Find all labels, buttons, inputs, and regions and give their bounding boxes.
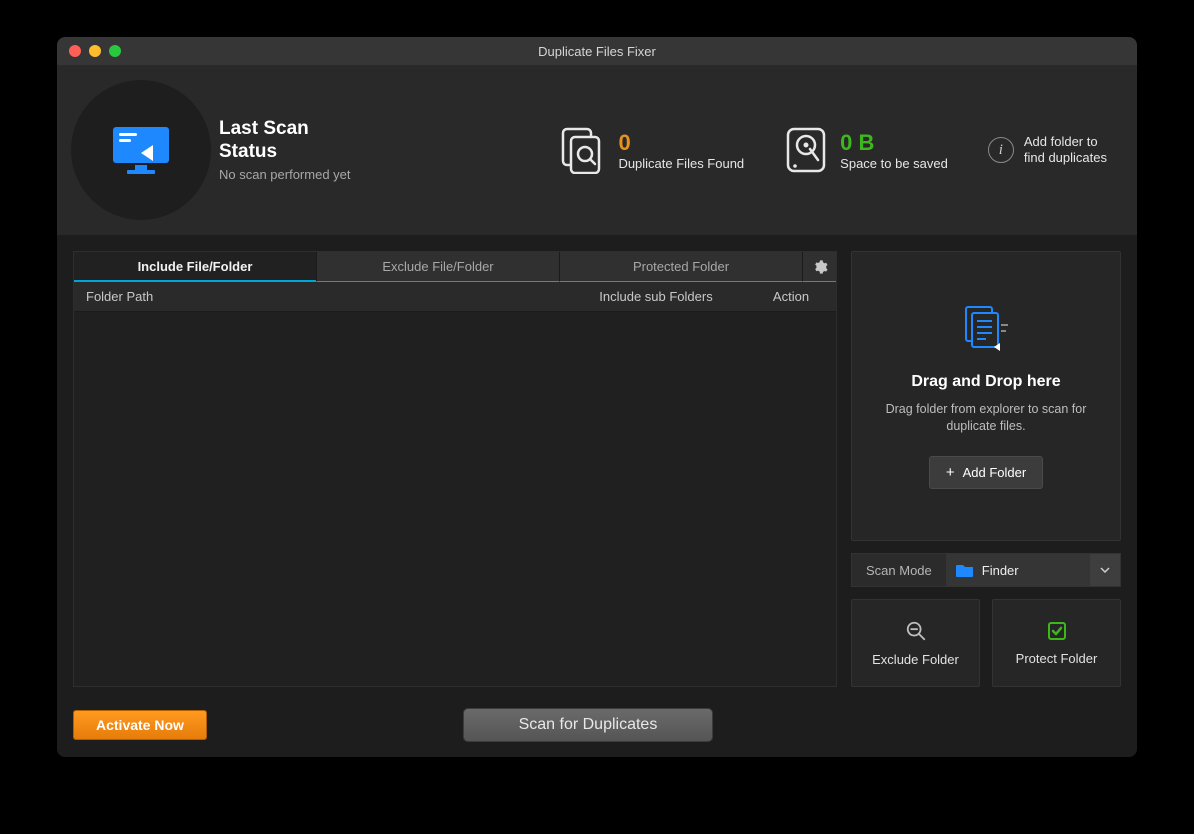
gear-icon [812,259,828,275]
scan-mode-value: Finder [982,563,1019,578]
protect-label: Protect Folder [1016,651,1098,666]
exclude-label: Exclude Folder [872,652,959,667]
info-line2: find duplicates [1024,150,1107,165]
status-title-2: Status [219,141,277,162]
scan-button[interactable]: Scan for Duplicates [463,708,713,742]
chevron-down-icon [1100,567,1110,573]
exclude-folder-button[interactable]: Exclude Folder [851,599,980,687]
folder-list[interactable] [74,312,836,686]
scan-mode-row: Scan Mode Finder [851,553,1121,587]
fullscreen-icon[interactable] [109,45,121,57]
window-title: Duplicate Files Fixer [57,44,1137,59]
folder-icon [956,563,974,577]
header: Last Scan Status No scan performed yet 0… [57,65,1137,235]
info-line1: Add folder to [1024,134,1098,149]
documents-icon [958,303,1014,353]
add-folder-button[interactable]: + Add Folder [929,456,1043,489]
monitor-icon [111,125,171,175]
status-title-1: Last Scan [219,118,309,139]
footer: Activate Now Scan for Duplicates [57,703,1137,757]
main-body: Include File/Folder Exclude File/Folder … [57,235,1137,703]
scan-mode-chevron[interactable] [1090,554,1120,586]
scan-mode-select[interactable]: Finder [946,554,1090,586]
info-tip: i Add folder to find duplicates [988,134,1107,165]
duplicate-files-icon [560,126,606,174]
protect-folder-button[interactable]: Protect Folder [992,599,1121,687]
tab-protected[interactable]: Protected Folder [559,252,802,282]
space-label: Space to be saved [840,156,948,171]
protect-icon [1047,621,1067,641]
minimize-icon[interactable] [89,45,101,57]
col-action: Action [746,289,836,304]
tab-include[interactable]: Include File/Folder [74,252,316,282]
col-include-sub: Include sub Folders [566,289,746,304]
plus-icon: + [946,464,955,481]
tab-exclude[interactable]: Exclude File/Folder [316,252,559,282]
app-logo [71,80,211,220]
space-value: 0 B [840,130,948,156]
duplicates-value: 0 [618,130,744,156]
tab-bar: Include File/Folder Exclude File/Folder … [74,252,836,282]
titlebar: Duplicate Files Fixer [57,37,1137,65]
info-icon[interactable]: i [988,137,1014,163]
activate-button[interactable]: Activate Now [73,710,207,740]
add-folder-label: Add Folder [963,465,1027,480]
exclude-icon [905,620,927,642]
action-buttons: Exclude Folder Protect Folder [851,599,1121,687]
duplicate-files-metric: 0 Duplicate Files Found [560,126,744,174]
column-headers: Folder Path Include sub Folders Action [74,282,836,312]
duplicates-label: Duplicate Files Found [618,156,744,171]
folder-list-panel: Include File/Folder Exclude File/Folder … [73,251,837,687]
drop-subtitle: Drag folder from explorer to scan for du… [870,401,1102,435]
window-controls [69,45,121,57]
col-folder-path: Folder Path [74,289,566,304]
drop-zone[interactable]: Drag and Drop here Drag folder from expl… [851,251,1121,541]
last-scan-status: Last Scan Status No scan performed yet [219,118,351,183]
status-subtitle: No scan performed yet [219,167,351,182]
drop-title: Drag and Drop here [911,373,1060,391]
space-saved-metric: 0 B Space to be saved [784,126,948,174]
side-panel: Drag and Drop here Drag folder from expl… [851,251,1121,687]
settings-button[interactable] [802,252,836,282]
disk-icon [784,126,828,174]
scan-mode-label: Scan Mode [852,563,946,578]
close-icon[interactable] [69,45,81,57]
app-window: Duplicate Files Fixer Last Scan Status N… [57,37,1137,757]
